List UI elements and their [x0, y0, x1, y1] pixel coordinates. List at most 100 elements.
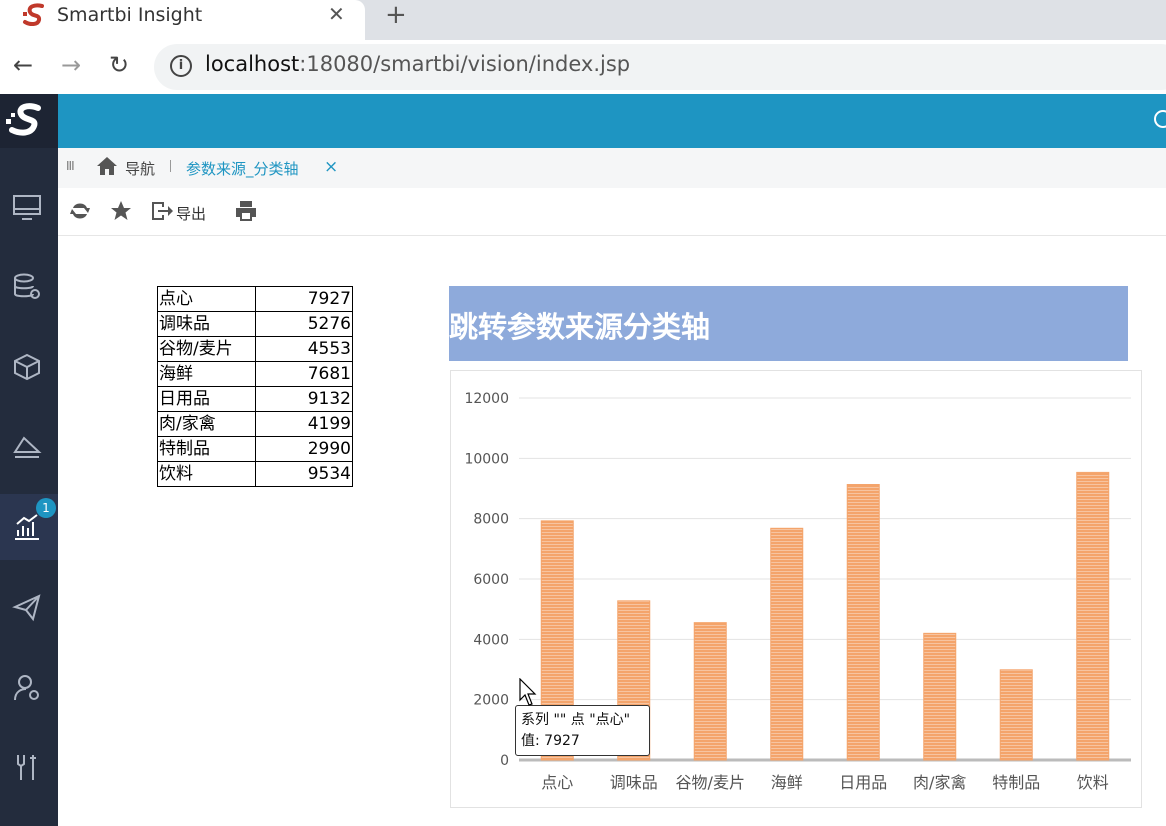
value-cell: 4553 — [255, 336, 353, 362]
back-button[interactable]: ← — [8, 50, 38, 80]
x-tick-label: 谷物/麦片 — [676, 773, 745, 792]
export-button[interactable]: 导出 — [176, 203, 206, 224]
paper-plane-icon — [12, 594, 41, 622]
sidebar-item-analysis[interactable]: 1 — [0, 494, 58, 560]
chart-title: 跳转参数来源分类轴 — [449, 310, 711, 344]
sidebar-item-cube[interactable] — [0, 334, 58, 400]
export-icon[interactable] — [150, 200, 174, 222]
refresh-icon[interactable] — [70, 200, 90, 222]
value-cell: 2990 — [255, 436, 353, 462]
smartbi-logo[interactable] — [0, 94, 58, 148]
x-tick-label: 调味品 — [610, 773, 658, 792]
category-cell: 日用品 — [157, 386, 256, 412]
x-tick-label: 海鲜 — [771, 773, 803, 792]
sidebar-item-user-settings[interactable] — [0, 654, 58, 720]
tooltip-series-line: 系列 "" 点 "点心" — [521, 712, 631, 728]
category-value-table: 点心 7927 调味品 5276 谷物/麦片 4553 海鲜 7681 日用品 9132 肉/家禽 4… — [157, 286, 353, 487]
url-path: :18080/smartbi/vision/index.jsp — [299, 52, 631, 76]
tab-title: Smartbi Insight — [57, 4, 203, 26]
table-row: 饮料 9534 — [157, 461, 353, 487]
tab-report[interactable]: 参数来源_分类轴 — [186, 158, 299, 179]
table-row: 点心 7927 — [157, 286, 353, 312]
home-icon[interactable] — [96, 156, 118, 176]
sidebar-item-tools[interactable] — [0, 734, 58, 800]
breadcrumb-divider — [170, 160, 171, 172]
breadcrumb: III 导航 参数来源_分类轴 × — [58, 148, 1166, 188]
y-tick-label: 2000 — [473, 693, 509, 709]
y-tick-label: 10000 — [464, 451, 509, 467]
database-settings-icon — [14, 273, 40, 299]
chart-tooltip: 系列 "" 点 "点心" 值: 7927 — [515, 705, 650, 756]
category-cell: 调味品 — [157, 311, 256, 337]
smartbi-logo-icon — [6, 103, 41, 136]
tab-close-icon[interactable]: × — [324, 157, 338, 177]
bar-2[interactable] — [693, 622, 727, 761]
app-header — [58, 94, 1166, 148]
menu-grip-icon[interactable]: III — [66, 159, 75, 173]
y-tick-label: 8000 — [473, 512, 509, 528]
sidebar-item-datasource[interactable] — [0, 254, 58, 320]
browser-toolbar: ← → ↻ i localhost:18080/smartbi/vision/i… — [0, 40, 1166, 94]
bar-7[interactable] — [1076, 471, 1110, 761]
user-settings-icon — [14, 675, 39, 701]
print-icon[interactable] — [234, 200, 258, 222]
x-tick-label: 特制品 — [992, 773, 1040, 792]
table-row: 肉/家禽 4199 — [157, 411, 353, 437]
app-sidebar: 1 — [0, 94, 58, 826]
y-tick-label: 12000 — [464, 391, 509, 407]
table-row: 调味品 5276 — [157, 311, 353, 337]
tools-icon — [17, 755, 36, 780]
x-tick-label: 饮料 — [1077, 773, 1109, 792]
table-row: 日用品 9132 — [157, 386, 353, 412]
cube-icon — [14, 353, 40, 381]
reload-button[interactable]: ↻ — [104, 50, 134, 80]
value-cell: 9534 — [255, 461, 353, 487]
value-cell: 7927 — [255, 286, 353, 312]
category-cell: 饮料 — [157, 461, 256, 487]
y-tick-label: 4000 — [473, 632, 509, 648]
x-tick-label: 点心 — [541, 773, 573, 792]
value-cell: 5276 — [255, 311, 353, 337]
bar-5[interactable] — [923, 632, 957, 761]
search-icon[interactable] — [1154, 110, 1166, 128]
browser-tab[interactable]: Smartbi Insight ✕ — [0, 0, 365, 40]
x-tick-label: 日用品 — [839, 773, 887, 792]
notification-badge: 1 — [36, 498, 56, 518]
value-cell: 9132 — [255, 386, 353, 412]
category-cell: 点心 — [157, 286, 256, 312]
sidebar-item-layers[interactable] — [0, 414, 58, 480]
nav-link[interactable]: 导航 — [125, 158, 155, 179]
value-cell: 4199 — [255, 411, 353, 437]
x-tick-label: 肉/家禽 — [913, 773, 966, 792]
site-info-icon[interactable]: i — [170, 55, 192, 77]
sidebar-item-monitor[interactable] — [0, 174, 58, 240]
category-cell: 肉/家禽 — [157, 411, 256, 437]
tooltip-value-line: 值: 7927 — [521, 733, 580, 749]
bar-3[interactable] — [770, 527, 804, 761]
report-toolbar: 导出 — [58, 188, 1166, 236]
layers-icon — [13, 436, 42, 458]
chart-title-banner: 跳转参数来源分类轴 — [449, 286, 1128, 361]
table-row: 谷物/麦片 4553 — [157, 336, 353, 362]
url-host: localhost — [205, 52, 300, 76]
new-tab-button[interactable]: + — [385, 0, 407, 30]
category-cell: 特制品 — [157, 436, 256, 462]
monitor-icon — [13, 195, 41, 220]
value-cell: 7681 — [255, 361, 353, 387]
category-cell: 谷物/麦片 — [157, 336, 256, 362]
analytics-chart-icon — [15, 514, 39, 540]
bar-4[interactable] — [846, 484, 880, 761]
star-icon[interactable] — [110, 200, 132, 222]
y-tick-label: 0 — [500, 753, 509, 769]
bar-6[interactable] — [999, 669, 1033, 761]
mouse-cursor-icon — [519, 678, 537, 706]
address-bar[interactable]: i localhost:18080/smartbi/vision/index.j… — [154, 44, 1166, 90]
sidebar-item-publish[interactable] — [0, 574, 58, 640]
browser-tabstrip: Smartbi Insight ✕ + — [0, 0, 1166, 40]
table-row: 特制品 2990 — [157, 436, 353, 462]
category-cell: 海鲜 — [157, 361, 256, 387]
forward-button[interactable]: → — [56, 50, 86, 80]
url-text[interactable]: localhost:18080/smartbi/vision/index.jsp — [205, 52, 630, 76]
table-row: 海鲜 7681 — [157, 361, 353, 387]
tab-close-icon[interactable]: ✕ — [328, 2, 345, 26]
